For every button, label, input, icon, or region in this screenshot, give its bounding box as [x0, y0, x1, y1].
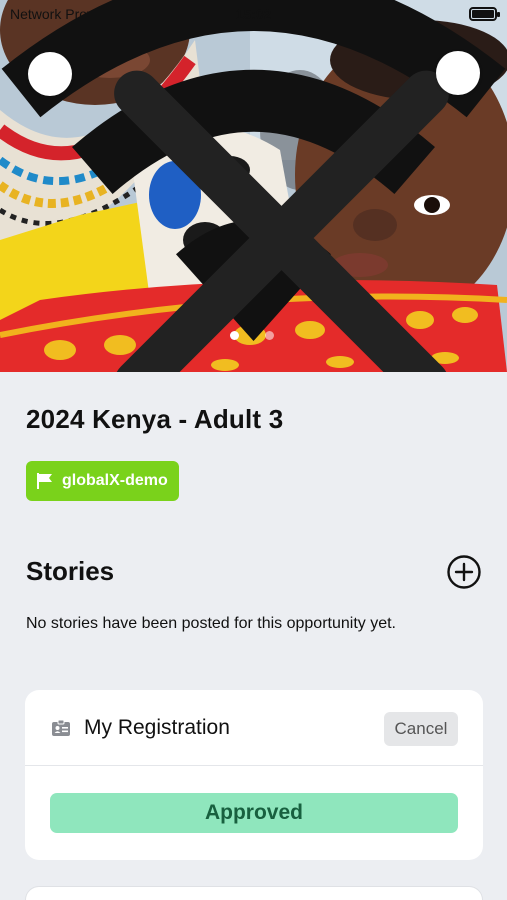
registration-status-badge: Approved — [50, 793, 458, 833]
next-section-card — [25, 886, 483, 900]
plus-circle-icon — [447, 555, 481, 589]
status-time: 15:02 — [235, 6, 272, 22]
stories-heading: Stories — [26, 556, 115, 586]
organization-tag-label: globalX-demo — [62, 472, 168, 489]
status-bar: Network Provider 15:02 — [0, 0, 507, 341]
page-title: 2024 Kenya - Adult 3 — [26, 404, 284, 434]
registration-card-header: My Registration Cancel — [25, 690, 483, 766]
status-left: Network Provider — [1, 0, 506, 341]
registration-card: My Registration Cancel Approved — [25, 690, 483, 860]
photo-pager[interactable] — [230, 331, 274, 340]
cancel-registration-button[interactable]: Cancel — [384, 712, 458, 746]
close-button[interactable] — [28, 52, 449, 372]
app-screen: Network Provider 15:02 2024 Kenya - Adul… — [0, 0, 507, 900]
pager-dot-1[interactable] — [230, 331, 239, 340]
flag-icon — [37, 473, 52, 489]
registration-heading: My Registration — [84, 716, 230, 739]
opportunity-details: 2024 Kenya - Adult 3 globalX-demo Storie… — [0, 372, 507, 900]
add-story-button[interactable] — [446, 554, 482, 590]
hero-photo[interactable]: Network Provider 15:02 — [0, 0, 507, 372]
share-button[interactable] — [436, 51, 480, 95]
organization-tag[interactable]: globalX-demo — [26, 461, 179, 501]
stories-empty-message: No stories have been posted for this opp… — [26, 615, 396, 632]
battery-icon — [469, 7, 500, 21]
id-card-icon — [52, 719, 70, 736]
share-icon — [436, 51, 507, 372]
pager-dot-2[interactable] — [265, 331, 274, 340]
